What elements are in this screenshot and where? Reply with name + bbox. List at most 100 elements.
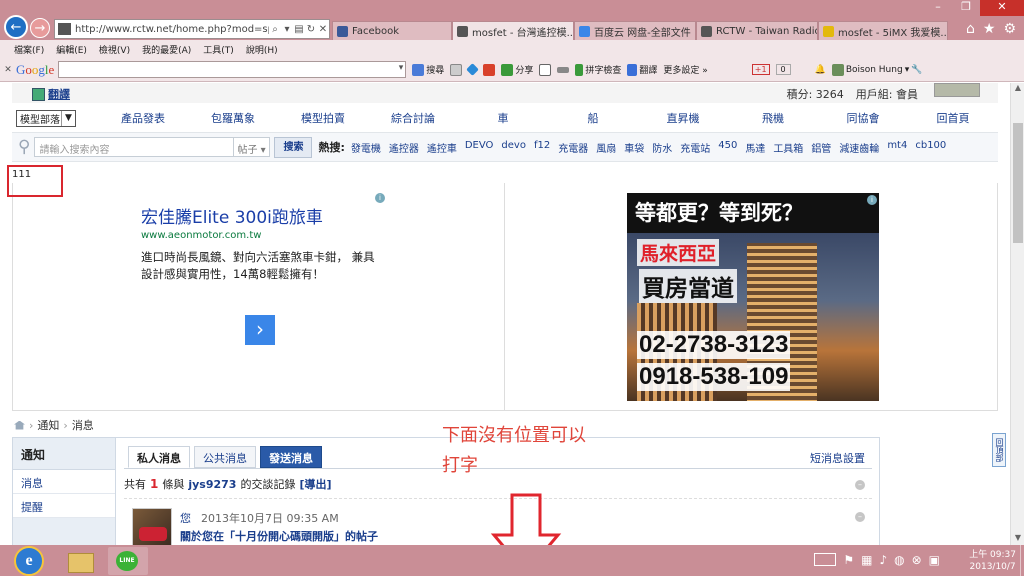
- menu-edit[interactable]: 編輯(E): [56, 43, 87, 56]
- menu-favorites[interactable]: 我的最愛(A): [142, 43, 191, 56]
- menu-view[interactable]: 檢視(V): [99, 43, 130, 56]
- nav-link[interactable]: 船: [548, 110, 638, 126]
- message-settings-link[interactable]: 短消息設置: [810, 450, 865, 466]
- google-search-button[interactable]: 搜尋: [412, 63, 444, 76]
- nav-link[interactable]: 同協會: [818, 110, 908, 126]
- home-icon[interactable]: ⌂: [966, 21, 975, 37]
- menu-file[interactable]: 檔案(F): [14, 43, 44, 56]
- volume-icon[interactable]: ♪: [879, 553, 887, 567]
- hot-word[interactable]: 充電站: [680, 140, 710, 155]
- back-to-top-button[interactable]: 回頂部: [992, 433, 1006, 467]
- conversation-user-link[interactable]: jys9273: [188, 478, 236, 491]
- gmail-button[interactable]: [483, 63, 496, 76]
- action-center-icon[interactable]: ▣: [929, 553, 940, 567]
- settings-gear-icon[interactable]: ⚙: [1003, 21, 1016, 37]
- sidebar-item-messages[interactable]: 消息: [13, 470, 115, 494]
- hot-word[interactable]: 減速齒輪: [839, 140, 879, 155]
- forward-button[interactable]: →: [30, 18, 50, 38]
- flag-icon[interactable]: ⚑: [843, 553, 854, 567]
- maximize-button[interactable]: ❐: [952, 0, 980, 16]
- chevron-down-icon[interactable]: ▾: [281, 24, 293, 35]
- breadcrumb-item[interactable]: 通知: [37, 417, 59, 433]
- tab-private-messages[interactable]: 私人消息: [128, 446, 190, 468]
- plusone-button[interactable]: +1 0: [751, 64, 791, 75]
- section-select[interactable]: 模型部落 ▼: [16, 109, 76, 127]
- hot-word[interactable]: mt4: [887, 140, 907, 155]
- system-clock[interactable]: 上午 09:37 2013/10/7: [969, 549, 1016, 573]
- tab-facebook[interactable]: Facebook: [332, 21, 452, 40]
- message-author[interactable]: 您: [180, 510, 191, 526]
- hot-word[interactable]: 450: [718, 140, 737, 155]
- hot-word[interactable]: 遙控器: [389, 140, 419, 155]
- hot-word[interactable]: devo: [501, 140, 526, 155]
- nav-link[interactable]: 包羅萬象: [188, 110, 278, 126]
- share-button[interactable]: 分享: [501, 63, 533, 76]
- compat-view-icon[interactable]: ▤: [293, 24, 305, 35]
- menu-tools[interactable]: 工具(T): [203, 43, 234, 56]
- display-button[interactable]: [539, 63, 552, 76]
- close-button[interactable]: ✕: [980, 0, 1024, 16]
- send-message-button[interactable]: 發送消息: [260, 446, 322, 468]
- google-search-input[interactable]: ▾: [58, 61, 407, 78]
- app-tray-icon[interactable]: ◍: [894, 553, 904, 567]
- keyboard-icon[interactable]: [814, 553, 837, 566]
- back-button[interactable]: ←: [4, 15, 28, 39]
- wrench-icon[interactable]: 🔧: [911, 65, 922, 75]
- address-bar[interactable]: http://www.rctw.net/home.php?mod=space&d…: [54, 19, 330, 39]
- chevron-down-icon[interactable]: ▾: [399, 63, 404, 73]
- hot-word[interactable]: 風扇: [596, 140, 616, 155]
- line-app-icon[interactable]: [108, 547, 148, 575]
- sidebar-item-reminders[interactable]: 提醒: [13, 494, 115, 518]
- hot-word[interactable]: 馬達: [745, 140, 765, 155]
- network-icon[interactable]: ▦: [861, 553, 872, 567]
- home-icon[interactable]: [14, 420, 25, 430]
- refresh-icon[interactable]: ↻: [305, 24, 317, 35]
- translate-link[interactable]: 翻譯: [32, 86, 70, 102]
- hot-word[interactable]: 工具箱: [773, 140, 803, 155]
- hot-word[interactable]: cb100: [915, 140, 946, 155]
- nav-link[interactable]: 飛機: [728, 110, 818, 126]
- minimize-button[interactable]: –: [924, 0, 952, 16]
- tab-5imx[interactable]: mosfet - 5iMX 我爱模...: [818, 21, 948, 40]
- show-desktop-button[interactable]: [1020, 545, 1024, 576]
- page-scrollbar[interactable]: ▲ ▼: [1010, 83, 1024, 545]
- notification-button[interactable]: 🔔: [815, 65, 826, 75]
- favorites-icon[interactable]: ★: [983, 21, 996, 37]
- tab-mosfet-rctw[interactable]: mosfet - 台灣遙控模... ✕: [452, 21, 574, 40]
- menu-help[interactable]: 說明(H): [246, 43, 278, 56]
- search-type-select[interactable]: 帖子 ▾: [234, 137, 271, 157]
- scroll-up-icon[interactable]: ▲: [1011, 83, 1024, 95]
- image-ad[interactable]: 等都更？等到死？ 馬來西亞 買房當道 02-2738-3123 0918-538…: [627, 193, 879, 401]
- tab-public-messages[interactable]: 公共消息: [194, 446, 256, 468]
- hot-word[interactable]: DEVO: [465, 140, 494, 155]
- address-url[interactable]: http://www.rctw.net/home.php?mod=space&d: [75, 24, 269, 35]
- adchoices-icon[interactable]: i: [375, 193, 385, 203]
- ad-url[interactable]: www.aeonmotor.com.tw: [141, 230, 261, 241]
- ad-title[interactable]: 宏佳騰Elite 300i跑旅車: [141, 203, 323, 228]
- export-link[interactable]: [導出]: [299, 476, 331, 492]
- breadcrumb-item[interactable]: 消息: [72, 417, 94, 433]
- nav-link[interactable]: 車: [458, 110, 548, 126]
- forum-search-input[interactable]: 請輸入搜索內容: [34, 137, 235, 157]
- nav-link[interactable]: 直昇機: [638, 110, 728, 126]
- nav-link[interactable]: 綜合討論: [368, 110, 458, 126]
- search-icon[interactable]: ⌕: [269, 24, 281, 35]
- delete-icon[interactable]: –: [855, 512, 865, 522]
- hot-word[interactable]: 充電器: [558, 140, 588, 155]
- avatar[interactable]: [132, 508, 172, 545]
- close-toolbar-icon[interactable]: ✕: [0, 65, 16, 75]
- page-icon-button[interactable]: [450, 63, 463, 76]
- more-tools-button[interactable]: [557, 66, 570, 73]
- hot-word[interactable]: 鋁管: [811, 140, 831, 155]
- diamond-button[interactable]: [466, 63, 480, 76]
- ad-go-button[interactable]: ›: [245, 315, 275, 345]
- scroll-down-icon[interactable]: ▼: [1011, 533, 1024, 545]
- hot-word[interactable]: 發電機: [351, 140, 381, 155]
- file-explorer-icon[interactable]: [60, 547, 100, 575]
- adchoices-icon[interactable]: i: [867, 195, 877, 205]
- hot-word[interactable]: 防水: [652, 140, 672, 155]
- spellcheck-button[interactable]: 拼字檢查: [575, 63, 621, 76]
- more-settings-button[interactable]: 更多設定 »: [663, 63, 707, 76]
- close-circle-icon[interactable]: ⊗: [912, 553, 922, 567]
- text-ad[interactable]: 宏佳騰Elite 300i跑旅車 www.aeonmotor.com.tw 進口…: [13, 183, 505, 411]
